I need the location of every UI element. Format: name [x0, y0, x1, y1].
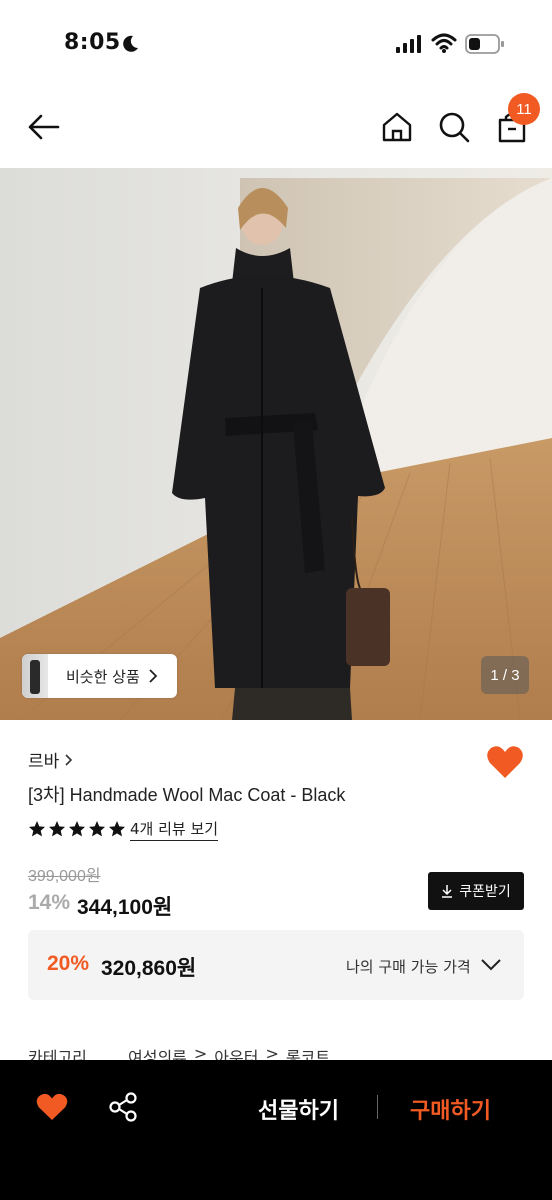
- star-icon: [29, 821, 45, 837]
- my-price-label: 나의 구매 가능 가격: [346, 958, 471, 976]
- product-image[interactable]: [0, 168, 552, 720]
- product-name: [3차] Handmade Wool Mac Coat - Black: [28, 785, 346, 805]
- chevron-down-icon: [481, 959, 501, 971]
- home-icon[interactable]: [380, 110, 414, 144]
- gift-button[interactable]: 선물하기: [258, 1093, 339, 1125]
- cart-count-badge: 11: [508, 93, 540, 125]
- download-icon: [442, 885, 453, 898]
- star-icon: [89, 821, 105, 837]
- similar-products-label: 비슷한 상품: [66, 667, 140, 686]
- coupon-download-button[interactable]: 쿠폰받기: [428, 872, 524, 910]
- brand-name: 르바: [28, 752, 60, 772]
- my-price: 320,860원: [101, 957, 197, 980]
- star-icon: [109, 821, 125, 837]
- status-time: 8:05: [64, 30, 121, 55]
- buy-button[interactable]: 구매하기: [410, 1093, 491, 1125]
- nav-bar: [0, 88, 552, 168]
- similar-products-thumbnail: [22, 654, 48, 698]
- back-arrow-icon[interactable]: [26, 110, 62, 144]
- wishlist-heart-icon[interactable]: [486, 744, 524, 780]
- original-price: 399,000원: [28, 868, 101, 885]
- chevron-right-icon: [65, 753, 73, 766]
- wifi-icon: [431, 33, 457, 53]
- image-counter: 1 / 3: [481, 656, 529, 694]
- my-purchase-price-box[interactable]: 20% 320,860원 나의 구매 가능 가격: [28, 930, 524, 1000]
- cellular-signal-icon: [396, 35, 421, 53]
- search-icon[interactable]: [437, 110, 471, 144]
- battery-icon: [465, 34, 504, 54]
- star-icon: [49, 821, 65, 837]
- status-bar: 8:05: [0, 0, 552, 88]
- bottom-action-bar: 선물하기 구매하기: [0, 1060, 552, 1200]
- sale-price: 344,100원: [77, 896, 173, 919]
- rating-stars: [28, 820, 126, 838]
- review-link[interactable]: 4개 리뷰 보기: [130, 818, 219, 841]
- coupon-label: 쿠폰받기: [459, 884, 511, 900]
- moon-icon: [123, 35, 138, 52]
- wishlist-heart-icon[interactable]: [36, 1092, 68, 1122]
- chevron-right-icon: [149, 669, 158, 683]
- share-icon[interactable]: [107, 1091, 139, 1123]
- product-photo: [0, 168, 552, 720]
- divider: [377, 1095, 378, 1119]
- discount-rate: 14%: [28, 891, 71, 914]
- star-icon: [69, 821, 85, 837]
- similar-products-button[interactable]: 비슷한 상품: [22, 654, 177, 698]
- my-discount-rate: 20%: [47, 952, 90, 975]
- brand-link[interactable]: 르바: [28, 747, 73, 772]
